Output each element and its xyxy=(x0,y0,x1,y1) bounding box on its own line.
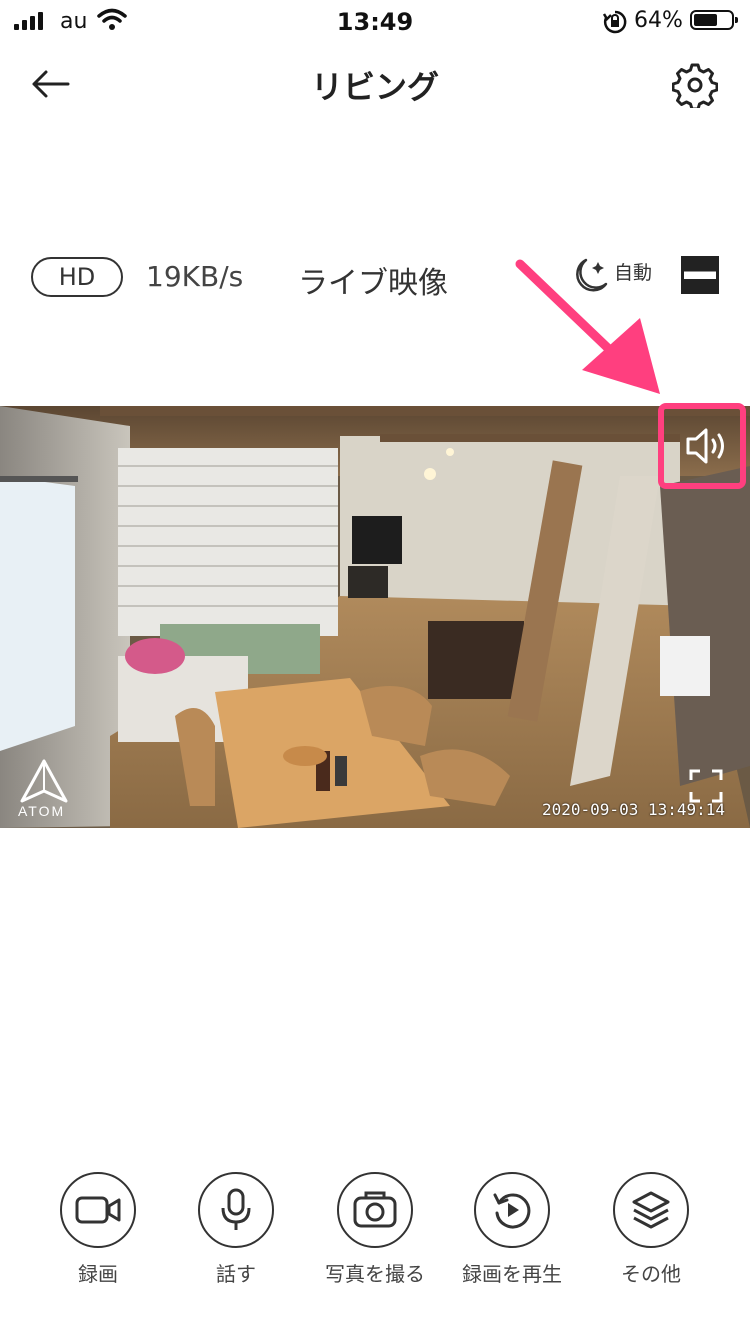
battery-percent: 64% xyxy=(634,8,683,33)
talk-label: 話す xyxy=(216,1262,256,1286)
rotation-lock-icon xyxy=(602,10,627,34)
playback-label: 録画を再生 xyxy=(462,1262,562,1286)
snapshot-control[interactable]: 写真を撮る xyxy=(305,1172,445,1287)
battery-icon xyxy=(690,10,738,30)
live-mode-label: ライブ映像 xyxy=(298,266,448,301)
video-camera-icon xyxy=(75,1196,121,1224)
layers-icon xyxy=(632,1191,670,1229)
fullscreen-icon[interactable] xyxy=(688,768,724,804)
annotation-arrow xyxy=(515,259,660,394)
talk-control[interactable]: 話す xyxy=(166,1172,306,1287)
snapshot-button[interactable] xyxy=(337,1172,413,1248)
speaker-icon[interactable] xyxy=(682,424,728,468)
snapshot-label: 写真を撮る xyxy=(325,1262,425,1286)
bitrate-label: 19KB/s xyxy=(146,260,244,293)
record-control[interactable]: 録画 xyxy=(28,1172,168,1287)
gear-icon[interactable] xyxy=(672,62,718,108)
more-label: その他 xyxy=(621,1262,681,1286)
status-bar: au 13:49 64% xyxy=(0,0,750,44)
playback-button[interactable] xyxy=(474,1172,550,1248)
quality-toggle-button[interactable]: HD xyxy=(31,257,123,297)
battery-fill xyxy=(694,14,717,26)
talk-button[interactable] xyxy=(198,1172,274,1248)
record-button[interactable] xyxy=(60,1172,136,1248)
video-frame-image xyxy=(0,406,750,828)
microphone-icon xyxy=(221,1188,251,1230)
camera-video-feed[interactable] xyxy=(0,406,750,828)
more-button[interactable] xyxy=(613,1172,689,1248)
playback-control[interactable]: 録画を再生 xyxy=(442,1172,582,1287)
atom-logo-text: ATOM xyxy=(18,803,66,819)
split-view-icon[interactable] xyxy=(681,256,719,294)
record-label: 録画 xyxy=(78,1262,118,1286)
more-control[interactable]: その他 xyxy=(581,1172,721,1287)
page-title: リビング xyxy=(310,68,439,106)
camera-icon xyxy=(353,1191,397,1228)
replay-icon xyxy=(493,1193,531,1229)
